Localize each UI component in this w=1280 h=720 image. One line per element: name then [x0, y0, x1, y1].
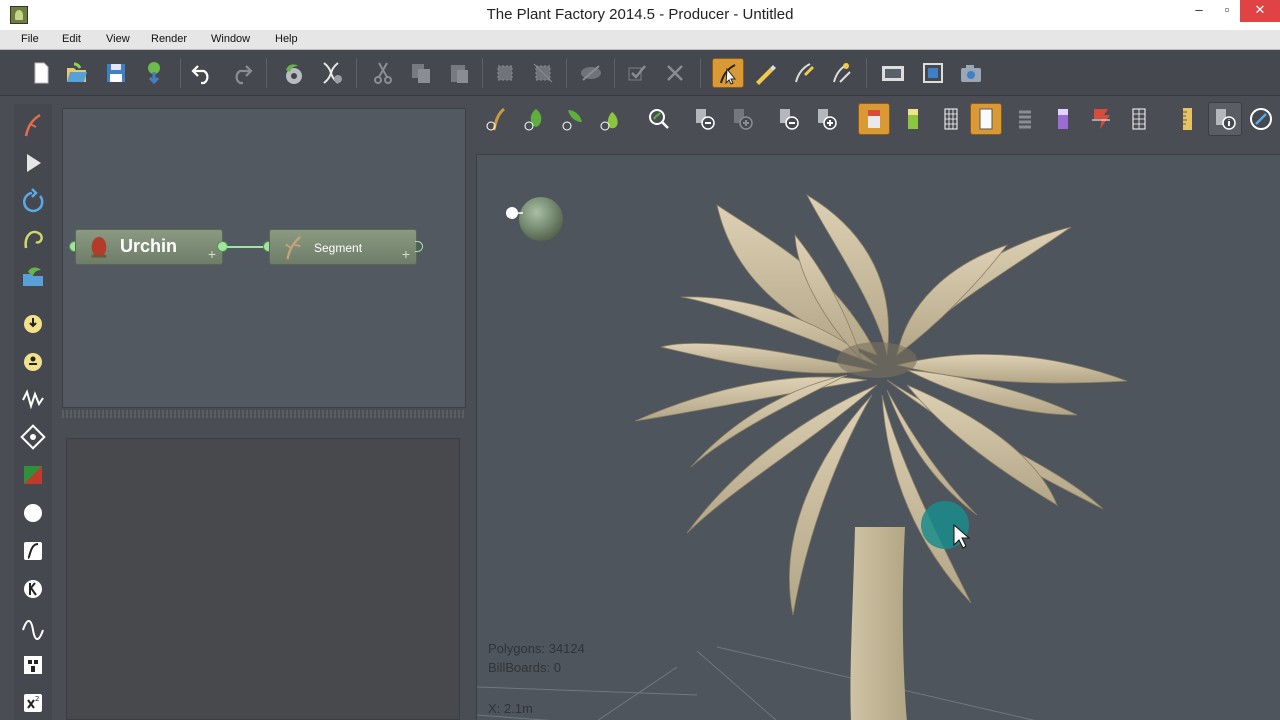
check-icon[interactable] [624, 60, 650, 86]
menu-render[interactable]: Render [151, 33, 187, 45]
lod-minus-icon[interactable] [692, 106, 718, 132]
stacked-icon[interactable] [1012, 106, 1038, 132]
left-toolbar: 2 [14, 104, 52, 720]
grid-icon[interactable] [1126, 106, 1152, 132]
menu-window[interactable]: Window [211, 33, 250, 45]
ruler-icon[interactable] [1174, 106, 1200, 132]
segment-icon [285, 236, 302, 260]
node-urchin-label: Urchin [120, 236, 178, 256]
lod-plus-icon[interactable] [730, 106, 756, 132]
viewport-scene [477, 193, 1128, 720]
disable-icon[interactable] [578, 60, 604, 86]
brush-tool-icon[interactable] [790, 60, 816, 86]
ungroup-icon[interactable] [530, 60, 556, 86]
maximize-button[interactable]: ▫ [1210, 0, 1244, 22]
copy-icon[interactable] [408, 60, 434, 86]
s-curve-icon[interactable] [20, 538, 46, 564]
urchin-icon [91, 236, 107, 258]
camera-icon[interactable] [958, 60, 984, 86]
polygon-count: Polygons: 34124 [488, 641, 585, 656]
stem-tool-icon[interactable] [20, 112, 46, 138]
trunk-display-icon[interactable] [484, 106, 510, 132]
menu-edit[interactable]: Edit [62, 33, 81, 45]
save-icon[interactable] [103, 60, 129, 86]
window-title: The Plant Factory 2014.5 - Producer - Un… [486, 6, 794, 23]
view-toolbar [476, 100, 1280, 142]
frame-icon[interactable] [920, 60, 946, 86]
light-handle[interactable] [506, 207, 518, 219]
menu-help[interactable]: Help [275, 33, 298, 45]
purple-material-icon[interactable] [1050, 106, 1076, 132]
menu-view[interactable]: View [106, 33, 130, 45]
redo-icon[interactable] [228, 60, 254, 86]
node-segment-label: Segment [314, 241, 363, 255]
x-squared-icon[interactable]: 2 [20, 690, 46, 716]
node-segment[interactable]: Segment + [269, 229, 417, 265]
main-toolbar [0, 50, 1280, 96]
menu-file[interactable]: File [21, 33, 39, 45]
node-urchin[interactable]: Urchin + [75, 229, 223, 265]
k-icon[interactable] [20, 576, 46, 602]
circle-icon[interactable] [20, 500, 46, 526]
add-child-icon[interactable]: + [208, 246, 216, 262]
skeleton-icon[interactable] [1088, 106, 1114, 132]
gradient-icon[interactable] [20, 462, 46, 488]
plant-trunk [850, 527, 907, 720]
color-bars-icon[interactable] [900, 106, 926, 132]
branch-display-icon[interactable] [560, 106, 586, 132]
grid-node-icon[interactable] [20, 652, 46, 678]
open-preset-icon[interactable] [20, 264, 46, 290]
shaded-icon[interactable] [858, 103, 890, 135]
svg-text:2: 2 [35, 695, 39, 703]
leaf-display-icon[interactable] [522, 106, 548, 132]
paint-tool-icon[interactable] [752, 60, 778, 86]
compass-icon[interactable] [1248, 106, 1274, 132]
ground-grid [477, 646, 1035, 720]
sine-icon[interactable] [20, 614, 46, 640]
connection-wire [227, 246, 267, 248]
curve-icon[interactable] [20, 226, 46, 252]
solid-icon[interactable] [970, 103, 1002, 135]
new-icon[interactable] [28, 60, 54, 86]
billboard-count: BillBoards: 0 [488, 660, 561, 675]
play-icon[interactable] [20, 150, 46, 176]
menu-bar: File Edit View Render Window Help [0, 30, 1280, 50]
node-graph-panel[interactable]: Urchin + Segment + [62, 108, 466, 408]
export-icon[interactable] [141, 60, 167, 86]
delete-icon[interactable] [662, 60, 688, 86]
info-icon[interactable] [1208, 102, 1242, 136]
lod-down-icon[interactable] [776, 106, 802, 132]
undo-icon[interactable] [190, 60, 216, 86]
render-window-icon[interactable] [880, 60, 906, 86]
cut-icon[interactable] [370, 60, 396, 86]
properties-panel [66, 438, 460, 720]
rotate-icon[interactable] [20, 188, 46, 214]
zoom-fit-icon[interactable] [646, 106, 672, 132]
plant-generate-icon[interactable] [280, 60, 306, 86]
gear-node-icon[interactable] [20, 424, 46, 450]
x-readout: X: 2.1m [488, 701, 533, 716]
anchor-icon[interactable] [20, 348, 46, 374]
lod-up-icon[interactable] [814, 106, 840, 132]
select-tool-icon[interactable] [712, 58, 744, 88]
weight-icon[interactable] [20, 310, 46, 336]
add-child-icon[interactable]: + [402, 246, 410, 262]
group-icon[interactable] [492, 60, 518, 86]
3d-viewport[interactable]: Polygons: 34124 BillBoards: 0 X: 2.1m [476, 154, 1280, 720]
segment-output-port[interactable] [415, 241, 423, 252]
light-sphere[interactable] [519, 197, 563, 241]
title-bar: The Plant Factory 2014.5 - Producer - Un… [0, 0, 1280, 30]
open-icon[interactable] [64, 60, 90, 86]
wave-icon[interactable] [20, 386, 46, 412]
close-button[interactable]: ✕ [1240, 0, 1280, 22]
sculpt-tool-icon[interactable] [828, 60, 854, 86]
wireframe-icon[interactable] [938, 106, 964, 132]
dna-icon[interactable] [318, 60, 344, 86]
paste-icon[interactable] [446, 60, 472, 86]
panel-splitter[interactable] [62, 410, 466, 418]
fruit-display-icon[interactable] [598, 106, 624, 132]
